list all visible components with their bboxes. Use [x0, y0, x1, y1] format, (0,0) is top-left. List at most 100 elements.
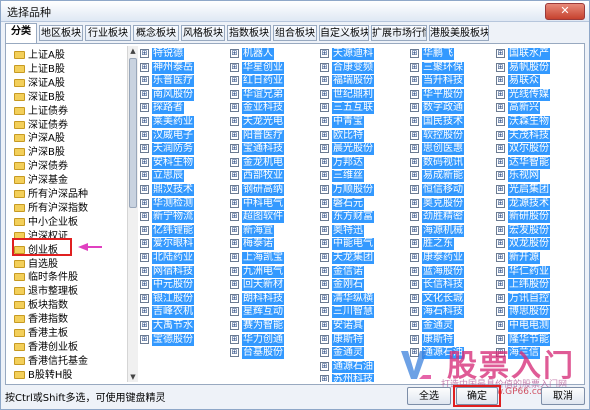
stock-item[interactable]: ⊞ 易联众 — [496, 75, 584, 88]
stock-item[interactable]: ⊞ 高新兴 — [496, 102, 584, 115]
stock-item[interactable]: ⊞ 康斯特 — [320, 333, 408, 346]
stock-item[interactable]: ⊞ 天源迪科 — [320, 48, 408, 60]
stock-item[interactable]: ⊞ 中能电气 — [320, 238, 408, 251]
stock-item[interactable]: ⊞ 华谊兄弟 — [230, 88, 318, 101]
stock-item[interactable]: ⊞ 新研股份 — [496, 211, 584, 224]
tab-1[interactable]: 地区板块 — [39, 25, 83, 41]
stock-item[interactable]: ⊞ 三聚环保 — [410, 61, 498, 74]
stock-item[interactable]: ⊞ 乐普医疗 — [140, 75, 228, 88]
stock-item[interactable]: ⊞ 通源石油 — [320, 360, 408, 373]
stock-item[interactable]: ⊞ 世纪鼎利 — [320, 88, 408, 101]
tree-item[interactable]: B股转H股 — [14, 370, 124, 382]
tree-item[interactable]: 临时条件股 — [14, 272, 124, 284]
stock-item[interactable]: ⊞ 海石科技 — [410, 306, 498, 319]
stock-item[interactable]: ⊞ 上海凯宝 — [230, 252, 318, 264]
stock-item[interactable]: ⊞ 梅泰诺 — [230, 238, 318, 251]
stock-item[interactable]: ⊞ 银江股份 — [140, 292, 228, 305]
stock-item[interactable]: ⊞ 数字政通 — [410, 102, 498, 115]
stock-item[interactable]: ⊞ 易帆股份 — [496, 61, 584, 74]
stock-item[interactable]: ⊞ 万邦达 — [320, 156, 408, 169]
tree-item[interactable]: 沪深债券 — [14, 161, 124, 173]
stock-item[interactable]: ⊞ 新宁物流 — [140, 211, 228, 224]
stock-item[interactable]: ⊞ 华平股份 — [410, 88, 498, 101]
stock-item[interactable]: ⊞ 天润防务 — [140, 143, 228, 156]
stock-item[interactable]: ⊞ 探路者 — [140, 102, 228, 115]
stock-item[interactable]: ⊞ 宏发股份 — [496, 224, 584, 237]
scroll-down-icon[interactable]: ▼ — [128, 372, 138, 382]
stock-item[interactable]: ⊞ 莱美药业 — [140, 116, 228, 128]
tree-item[interactable]: 中小企业板 — [14, 217, 124, 229]
stock-item[interactable]: ⊞ 国民技术 — [410, 116, 498, 128]
stock-item[interactable]: ⊞ 华鹏飞 — [410, 48, 498, 60]
stock-item[interactable]: ⊞ 立思辰 — [140, 170, 228, 183]
stock-item[interactable]: ⊞ 亿纬锂能 — [140, 224, 228, 237]
stock-item[interactable]: ⊞ 金龙机电 — [230, 156, 318, 169]
stock-item[interactable]: ⊞ 回天新材 — [230, 279, 318, 292]
stock-item[interactable]: ⊞ 安科生物 — [140, 156, 228, 169]
stock-item[interactable]: ⊞ 天茂科技 — [496, 129, 584, 142]
stock-item[interactable]: ⊞ 晨光股份 — [320, 143, 408, 156]
stock-item[interactable]: ⊞ 双尔股份 — [496, 143, 584, 156]
stock-item[interactable]: ⊞ 恒信移动 — [410, 184, 498, 196]
stock-item[interactable]: ⊞ 双龙股份 — [496, 238, 584, 251]
tab-8[interactable]: 扩展市场行情 — [371, 25, 427, 41]
stock-item[interactable]: ⊞ 磐石元 — [320, 197, 408, 210]
stock-item[interactable]: ⊞ 阳普医疗 — [230, 129, 318, 142]
stock-item[interactable]: ⊞ 中青宝 — [320, 116, 408, 128]
stock-item[interactable]: ⊞ 万讯自控 — [496, 292, 584, 305]
tree-item[interactable]: 所有沪深品种 — [14, 189, 124, 201]
stock-item[interactable]: ⊞ 易成新能 — [410, 170, 498, 183]
stock-item[interactable]: ⊞ 钢研高纳 — [230, 184, 318, 196]
stock-item[interactable]: ⊞ 天龙集团 — [320, 252, 408, 264]
stock-item[interactable]: ⊞ 达华智能 — [496, 156, 584, 169]
stock-item[interactable]: ⊞ 星辉互动 — [230, 306, 318, 319]
tab-0[interactable]: 分类 — [5, 23, 37, 43]
stock-item[interactable]: ⊞ 苏州科技 — [320, 374, 408, 382]
tree-item[interactable]: 香港信托基金 — [14, 356, 124, 368]
cancel-button[interactable]: 取消 — [541, 387, 585, 405]
stock-item[interactable]: ⊞ 数码视讯 — [410, 156, 498, 169]
stock-item[interactable]: ⊞ 中元股份 — [140, 279, 228, 292]
tab-9[interactable]: 港股美股板块 — [429, 25, 489, 41]
stock-item[interactable]: ⊞ 合康变频 — [320, 61, 408, 74]
tree-item[interactable]: 沪深B股 — [14, 147, 124, 159]
stock-item[interactable]: ⊞ 华仁药业 — [496, 265, 584, 278]
stock-item[interactable]: ⊞ 沃森生物 — [496, 116, 584, 128]
tree-item[interactable]: 香港创业板 — [14, 342, 124, 354]
stock-item[interactable]: ⊞ 大禹节水 — [140, 320, 228, 332]
stock-item[interactable]: ⊞ 机器人 — [230, 48, 318, 60]
tab-5[interactable]: 指数板块 — [227, 25, 271, 41]
close-button[interactable]: ✕ — [545, 3, 585, 20]
stock-item[interactable]: ⊞ 奥特迅 — [320, 224, 408, 237]
stock-item[interactable]: ⊞ 三五互联 — [320, 102, 408, 115]
stock-item[interactable]: ⊞ 软控股份 — [410, 129, 498, 142]
stock-item[interactable]: ⊞ 朗科科技 — [230, 292, 318, 305]
stock-item[interactable]: ⊞ 国联水产 — [496, 48, 584, 60]
tree-item[interactable]: 退市整理板 — [14, 286, 124, 298]
tree-item[interactable]: 香港指数 — [14, 314, 124, 326]
stock-item[interactable]: ⊞ 上纬股份 — [496, 279, 584, 292]
stock-item[interactable]: ⊞ 康泰药业 — [410, 252, 498, 264]
stock-item[interactable]: ⊞ 赛为智能 — [230, 320, 318, 332]
stock-item[interactable]: ⊞ 长信科技 — [410, 279, 498, 292]
stock-item[interactable]: ⊞ 宝德股份 — [140, 333, 228, 346]
tree-item[interactable]: 沪深基金 — [14, 175, 124, 187]
stock-item[interactable]: ⊞ 新开源 — [496, 252, 584, 264]
stock-item[interactable]: ⊞ 博思股份 — [496, 306, 584, 319]
stock-item[interactable]: ⊞ 光线传媒 — [496, 88, 584, 101]
stock-item[interactable]: ⊞ 中科电气 — [230, 197, 318, 210]
stock-item[interactable]: ⊞ 天龙光电 — [230, 116, 318, 128]
stock-item[interactable]: ⊞ 宝通科技 — [230, 143, 318, 156]
tree-scrollbar[interactable]: ▲ ▼ — [127, 46, 138, 382]
stock-item[interactable]: ⊞ 龙源技术 — [496, 197, 584, 210]
stock-item[interactable]: ⊞ 思创医惠 — [410, 143, 498, 156]
stock-item[interactable]: ⊞ 清华纵横 — [320, 292, 408, 305]
stock-item[interactable]: ⊞ 欧比特 — [320, 129, 408, 142]
stock-item[interactable]: ⊞ 中电电测 — [496, 320, 584, 332]
stock-item[interactable]: ⊞ 吉峰农机 — [140, 306, 228, 319]
stock-item[interactable]: ⊞ 金刚石 — [320, 279, 408, 292]
stock-item[interactable]: ⊞ 福瑞股份 — [320, 75, 408, 88]
stock-item[interactable]: ⊞ 胜之东 — [410, 238, 498, 251]
stock-item[interactable]: ⊞ 南风股份 — [140, 88, 228, 101]
stock-item[interactable]: ⊞ 台基股份 — [230, 347, 318, 360]
